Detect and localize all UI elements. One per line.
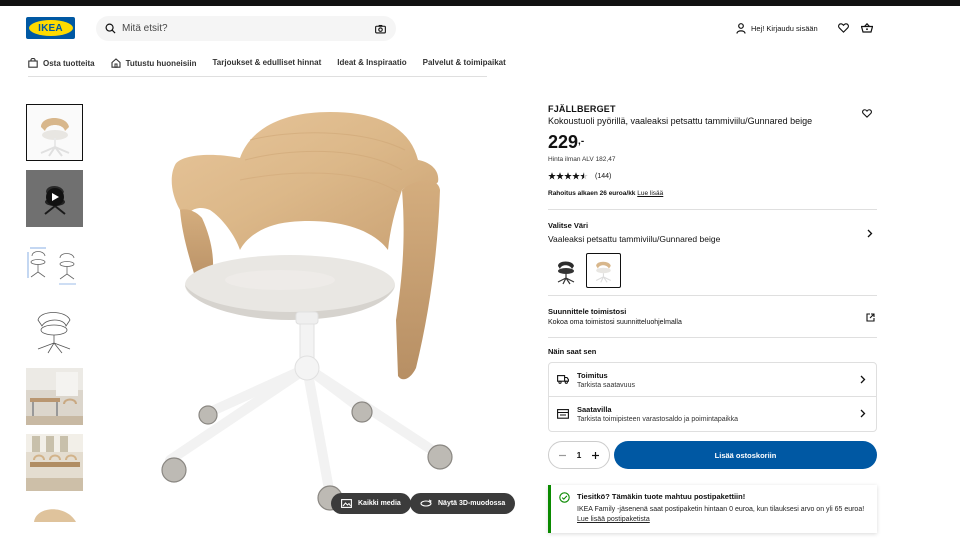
search-bar[interactable]	[96, 16, 396, 41]
plus-icon[interactable]	[591, 451, 600, 460]
nav-item-offers[interactable]: Tarjoukset & edulliset hinnat	[213, 58, 322, 67]
person-icon	[736, 23, 746, 34]
nav-label: Osta tuotteita	[43, 58, 95, 68]
color-swatch-oak-beige[interactable]	[586, 253, 621, 288]
product-description: Kokoustuoli pyörillä, vaaleaksi petsattu…	[548, 116, 813, 126]
thumbnail-room-1[interactable]	[26, 368, 83, 425]
color-select-title: Valitse Väri	[548, 221, 589, 230]
view-3d-label: Näytä 3D-muodossa	[438, 500, 506, 507]
postal-package-notice: Tiesitkö? Tämäkin tuote mahtuu postipake…	[548, 485, 877, 533]
availability-heading: Näin saat sen	[548, 347, 597, 356]
thumbnail-video[interactable]	[26, 170, 83, 227]
top-strip	[0, 0, 960, 6]
divider	[548, 337, 877, 338]
shopping-bag-icon	[28, 58, 38, 68]
color-selector[interactable]: Valitse Väri Vaaleaksi petsattu tammivii…	[548, 210, 877, 288]
house-icon	[111, 58, 121, 68]
notice-text: IKEA Family -jäsenenä saat postipaketin …	[577, 505, 867, 525]
search-icon	[105, 23, 116, 34]
minus-icon[interactable]	[558, 451, 567, 460]
thumbnail-dimensions[interactable]	[26, 236, 83, 293]
notice-link[interactable]: Lue lisää postipaketista	[577, 516, 650, 523]
nav-label: Ideat & Inspiraatio	[337, 58, 407, 67]
quantity-stepper[interactable]: 1	[548, 441, 610, 469]
chevron-right-icon	[860, 375, 866, 384]
availability-box: Toimitus Tarkista saatavuus Saatavilla Tar…	[548, 362, 877, 432]
thumbnail-partial[interactable]	[26, 500, 83, 522]
financing-info: Rahoitus alkaen 26 euroa/kk Lue lisää	[548, 190, 877, 197]
nav-label: Tutustu huoneisiin	[125, 58, 197, 68]
favorite-heart-icon[interactable]	[862, 109, 872, 118]
all-media-button[interactable]: Kaikki media	[331, 493, 411, 514]
ikea-logo[interactable]: IKEA	[26, 17, 75, 39]
chevron-right-icon	[867, 229, 873, 238]
rotate-3d-icon	[420, 499, 432, 508]
check-circle-icon	[559, 492, 570, 503]
notice-title: Tiesitkö? Tämäkin tuote mahtuu postipake…	[577, 492, 746, 501]
nav-item-services[interactable]: Palvelut & toimipaikat	[423, 58, 506, 67]
thumbnail-strip	[26, 104, 83, 531]
logo-text: IKEA	[38, 22, 63, 34]
planner-title: Suunnittele toimistosi	[548, 307, 627, 316]
nav-item-products[interactable]: Osta tuotteita	[28, 58, 95, 68]
financing-link[interactable]: Lue lisää	[637, 190, 663, 197]
delivery-subtitle: Tarkista saatavuus	[577, 381, 635, 389]
thumbnail-sketch[interactable]	[26, 302, 83, 359]
financing-text: Rahoitus alkaen 26 euroa/kk	[548, 190, 636, 197]
rating-stars[interactable]: (144)	[548, 172, 877, 180]
product-price: 229,-	[548, 132, 877, 152]
store-availability-row[interactable]: Saatavilla Tarkista toimipisteen varastos…	[549, 397, 876, 431]
add-to-cart-button[interactable]: Lisää ostoskoriin	[614, 441, 877, 469]
color-swatch-black[interactable]	[548, 253, 583, 288]
nav-item-ideas[interactable]: Ideat & Inspiraatio	[337, 58, 406, 67]
search-input[interactable]	[122, 23, 375, 34]
star-rating-icon	[548, 172, 588, 180]
login-link[interactable]: Hej! Kirjaudu sisään	[736, 23, 818, 34]
login-label: Hej! Kirjaudu sisään	[751, 24, 818, 33]
truck-icon	[557, 375, 569, 384]
price-integer: 229	[548, 132, 579, 152]
quantity-value: 1	[576, 450, 582, 460]
thumbnail-room-2[interactable]	[26, 434, 83, 491]
price-suffix: ,-	[578, 136, 585, 147]
cart-icon[interactable]	[861, 23, 873, 33]
selected-color: Vaaleaksi petsattu tammiviilu/Gunnared b…	[548, 234, 721, 244]
all-media-label: Kaikki media	[358, 500, 401, 507]
logo-oval: IKEA	[28, 20, 73, 36]
product-name: FJÄLLBERGET	[548, 104, 616, 114]
delivery-row[interactable]: Toimitus Tarkista saatavuus	[549, 363, 876, 397]
product-main-image[interactable]	[140, 100, 520, 520]
camera-icon[interactable]	[375, 24, 386, 34]
gallery-icon	[341, 499, 352, 508]
price-excl-vat: Hinta ilman ALV 182,47	[548, 156, 616, 163]
view-3d-button[interactable]: Näytä 3D-muodossa	[410, 493, 516, 514]
main-nav: Osta tuotteita Tutustu huoneisiin Tarjou…	[28, 58, 506, 77]
thumbnail-product[interactable]	[26, 104, 83, 161]
notice-body: IKEA Family -jäsenenä saat postipaketin …	[577, 506, 865, 513]
nav-label: Palvelut & toimipaikat	[422, 58, 506, 67]
nav-item-rooms[interactable]: Tutustu huoneisiin	[111, 58, 197, 68]
external-link-icon	[866, 313, 875, 322]
product-info-panel: FJÄLLBERGET Kokoustuoli pyörillä, vaalea…	[548, 104, 877, 432]
store-subtitle: Tarkista toimipisteen varastosaldo ja po…	[577, 416, 739, 423]
heart-icon[interactable]	[838, 23, 849, 33]
office-planner-link[interactable]: Suunnittele toimistosi Kokoa oma toimist…	[548, 296, 877, 336]
store-title: Saatavilla	[577, 405, 612, 414]
add-to-cart-label: Lisää ostoskoriin	[714, 450, 777, 460]
review-count: (144)	[595, 172, 612, 180]
store-icon	[557, 409, 569, 419]
nav-label: Tarjoukset & edulliset hinnat	[212, 58, 322, 67]
planner-subtitle: Kokoa oma toimistosi suunnitteluohjelmal…	[548, 319, 682, 326]
chevron-right-icon	[860, 409, 866, 418]
delivery-title: Toimitus	[577, 370, 608, 380]
